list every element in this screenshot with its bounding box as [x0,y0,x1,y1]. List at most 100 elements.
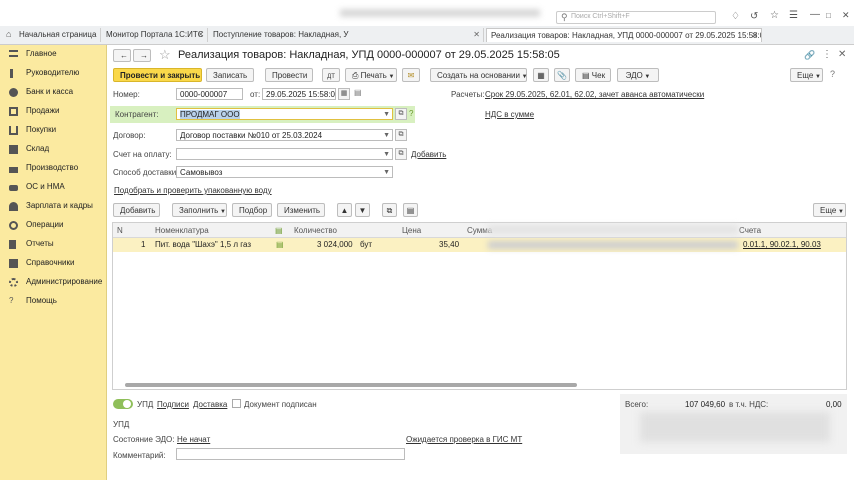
history-icon[interactable]: ↺ [750,11,758,22]
row-price: 35,40 [439,240,460,249]
table-more-button[interactable]: Еще ▼ [813,203,846,217]
chevron-down-icon: ▼ [642,74,651,80]
sidebar-item-operations[interactable]: Операции [0,216,106,234]
open-invoice-button[interactable]: ⧉ [395,148,407,160]
sidebar-item-manager[interactable]: Руководителю [0,64,106,82]
tab-home[interactable]: Начальная страница [15,28,101,42]
close-tab-icon[interactable]: ✕ [751,29,758,42]
sidebar-item-main[interactable]: Главное [0,45,106,63]
sidebar-item-assets[interactable]: ОС и НМА [0,178,106,196]
delivery-link[interactable]: Доставка [193,400,227,409]
copy-row-button[interactable]: ⧉ [382,203,397,217]
print-button[interactable]: ⎙ Печать ▼ [345,68,397,82]
dt-kt-button[interactable]: ДТ [322,68,340,82]
add-invoice-link[interactable]: Добавить [411,150,446,159]
sidebar-item-purchases[interactable]: Покупки [0,121,106,139]
favorite-star-icon[interactable]: ☆ [159,47,171,63]
close-window-icon[interactable]: ✕ [842,10,850,21]
edo-button[interactable]: ЭДО ▼ [617,68,659,82]
link-icon[interactable]: 🔗 [804,50,815,61]
post-button[interactable]: Провести [265,68,313,82]
calendar-button[interactable]: ▦ [338,88,350,100]
settlements-link[interactable]: Срок 29.05.2025, 62.01, 62.02, зачет ава… [485,90,704,99]
upd-toggle[interactable] [113,399,133,409]
row-blur [488,241,738,249]
maximize-icon[interactable]: □ [826,11,831,20]
more-vert-icon[interactable]: ⋮ [822,49,832,60]
chevron-down-icon[interactable]: ▼ [383,109,390,119]
edo-state-label: Состояние ЭДО: [113,435,175,444]
attach-button[interactable]: 📎 [554,68,570,82]
sidebar-item-salary[interactable]: Зарплата и кадры [0,197,106,215]
packaging-link[interactable]: Подобрать и проверить упакованную воду [114,186,272,195]
sidebar-item-help[interactable]: ? Помощь [0,292,106,310]
signatures-link[interactable]: Подписи [157,400,189,409]
close-tab-icon[interactable]: ✕ [473,28,480,42]
save-button[interactable]: Записать [206,68,254,82]
structure-button[interactable]: ▦ [533,68,549,82]
truck-icon [9,185,18,191]
copy-icon: ⧉ [386,206,393,215]
move-down-button[interactable]: ▼ [355,203,370,217]
chevron-down-icon: ▼ [218,209,226,215]
post-and-close-button[interactable]: Провести и закрыть [113,68,202,82]
back-button[interactable]: ← [113,49,131,62]
pick-button[interactable]: Подбор [232,203,272,217]
chevron-down-icon[interactable]: ▼ [383,149,390,159]
horizontal-scrollbar[interactable] [125,383,577,387]
bell-icon[interactable]: ♢ [731,11,740,22]
email-button[interactable]: ✉ [402,68,420,82]
gear-icon [9,278,18,287]
receipt-button[interactable]: ▤ Чек [575,68,611,82]
date-field[interactable]: 29.05.2025 15:58:05 [262,88,336,100]
move-up-button[interactable]: ▲ [337,203,352,217]
sidebar-item-warehouse[interactable]: Склад [0,140,106,158]
delivery-field[interactable]: Самовывоз ▼ [176,166,393,178]
close-tab-icon[interactable]: ✕ [197,28,204,42]
calendar-icon: ▦ [340,90,348,97]
global-search[interactable]: ⚲ Поиск Ctrl+Shift+F [556,11,716,24]
sidebar-item-admin[interactable]: Администрирование [0,273,106,291]
operations-icon [9,221,18,230]
comment-field[interactable] [176,448,405,460]
more-button[interactable]: Еще ▼ [790,68,823,82]
sidebar-item-sales[interactable]: Продажи [0,102,106,120]
chevron-down-icon[interactable]: ▼ [383,167,390,177]
edo-state-link[interactable]: Не начат [177,435,210,444]
change-button[interactable]: Изменить [277,203,325,217]
sidebar-item-reports[interactable]: Отчеты [0,235,106,253]
tab-receipt[interactable]: Поступление товаров: Накладная, У ✕ [209,28,484,42]
help-icon[interactable]: ? [830,69,835,79]
chevron-down-icon[interactable]: ▼ [383,130,390,140]
book-icon [9,259,18,268]
vat-link[interactable]: НДС в сумме [485,110,534,119]
barcode-button[interactable]: ▤ [403,203,418,217]
tab-its-monitor[interactable]: Монитор Портала 1С:ИТС ✕ [102,28,208,42]
counterparty-label: Контрагент: [115,110,159,119]
signed-checkbox[interactable] [232,399,241,408]
sidebar-item-references[interactable]: Справочники [0,254,106,272]
fill-button[interactable]: Заполнить ▼ [172,203,227,217]
number-field[interactable]: 0000-000007 [176,88,243,100]
open-contract-button[interactable]: ⧉ [395,129,407,141]
counterparty-field[interactable]: ПРОДМАГ ООО ▼ [176,108,393,120]
home-icon[interactable]: ⌂ [6,29,11,39]
close-doc-icon[interactable]: ✕ [838,49,846,60]
favorites-icon[interactable]: ☆ [770,10,779,21]
add-row-button[interactable]: Добавить [113,203,160,217]
tab-sale-active[interactable]: Реализация товаров: Накладная, УПД 0000-… [486,28,762,42]
open-counterparty-button[interactable]: ⧉ [395,108,407,120]
question-icon[interactable]: ? [409,109,413,118]
sidebar-item-production[interactable]: Производство [0,159,106,177]
table-icon[interactable]: ▤ [354,88,362,97]
create-based-on-button[interactable]: Создать на основании ▼ [430,68,528,82]
minimize-icon[interactable]: — [810,9,820,20]
contract-field[interactable]: Договор поставки №010 от 25.03.2024 ▼ [176,129,393,141]
menu-icon[interactable]: ☰ [789,10,798,21]
invoice-field[interactable]: ▼ [176,148,393,160]
sidebar-item-bank[interactable]: Банк и касса [0,83,106,101]
gis-mt-link[interactable]: Ожидается проверка в ГИС МТ [406,435,522,444]
printer-icon: ⎙ [352,71,361,80]
cart-icon [9,107,18,116]
forward-button[interactable]: → [133,49,151,62]
